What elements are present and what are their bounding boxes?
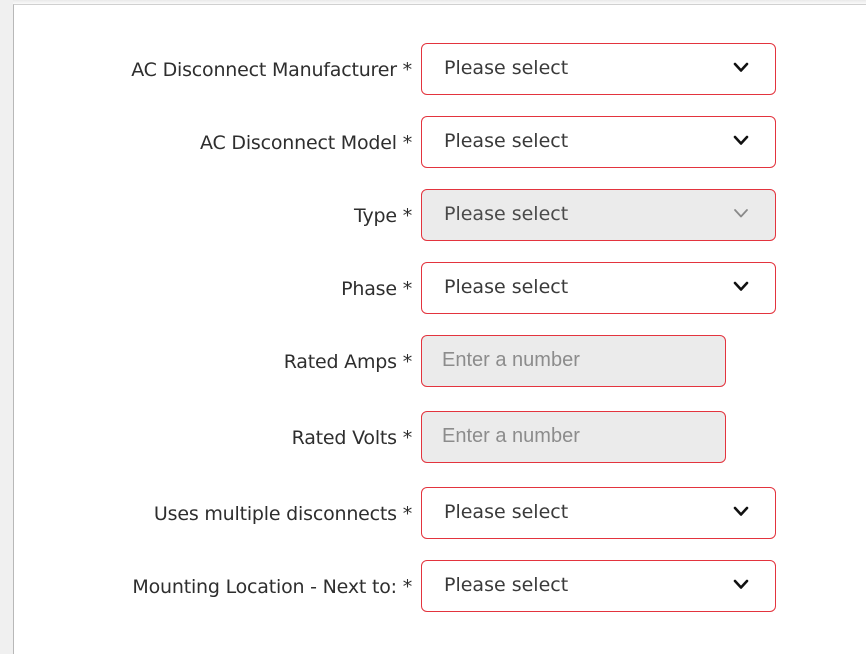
ac-disconnect-manufacturer-select[interactable]: Please select bbox=[421, 43, 776, 95]
select-value: Please select bbox=[444, 276, 569, 298]
ac-disconnect-manufacturer-label: AC Disconnect Manufacturer * bbox=[131, 59, 412, 81]
field-row-ac-disconnect-model: AC Disconnect Model * Please select bbox=[0, 116, 866, 170]
chevron-down-icon bbox=[733, 280, 749, 294]
chevron-down-icon bbox=[733, 207, 749, 221]
field-row-mounting-location: Mounting Location - Next to: * Please se… bbox=[0, 560, 866, 614]
rated-amps-label: Rated Amps * bbox=[283, 351, 412, 373]
chevron-down-icon bbox=[733, 578, 749, 592]
phase-label: Phase * bbox=[341, 278, 412, 300]
rated-volts-placeholder: Enter a number bbox=[442, 425, 580, 447]
select-value: Please select bbox=[444, 57, 569, 79]
uses-multiple-disconnects-label: Uses multiple disconnects * bbox=[153, 503, 412, 525]
chevron-down-icon bbox=[733, 505, 749, 519]
select-value: Please select bbox=[444, 203, 569, 225]
phase-select[interactable]: Please select bbox=[421, 262, 776, 314]
chevron-down-icon bbox=[733, 134, 749, 148]
rated-amps-input[interactable]: Enter a number bbox=[421, 335, 726, 387]
field-row-ac-disconnect-manufacturer: AC Disconnect Manufacturer * Please sele… bbox=[0, 43, 866, 97]
rated-volts-label: Rated Volts * bbox=[291, 427, 413, 449]
mounting-location-label: Mounting Location - Next to: * bbox=[132, 576, 412, 598]
field-row-rated-volts: Rated Volts * Enter a number bbox=[0, 411, 866, 465]
ac-disconnect-model-select[interactable]: Please select bbox=[421, 116, 776, 168]
field-row-rated-amps: Rated Amps * Enter a number bbox=[0, 335, 866, 389]
ac-disconnect-model-label: AC Disconnect Model * bbox=[200, 132, 412, 154]
field-row-type: Type * Please select bbox=[0, 189, 866, 243]
chevron-down-icon bbox=[733, 61, 749, 75]
select-value: Please select bbox=[444, 130, 569, 152]
field-row-uses-multiple-disconnects: Uses multiple disconnects * Please selec… bbox=[0, 487, 866, 541]
type-label: Type * bbox=[354, 205, 412, 227]
mounting-location-select[interactable]: Please select bbox=[421, 560, 776, 612]
rated-amps-placeholder: Enter a number bbox=[442, 349, 580, 371]
rated-volts-input[interactable]: Enter a number bbox=[421, 411, 726, 463]
select-value: Please select bbox=[444, 574, 569, 596]
uses-multiple-disconnects-select[interactable]: Please select bbox=[421, 487, 776, 539]
select-value: Please select bbox=[444, 501, 569, 523]
type-select[interactable]: Please select bbox=[421, 189, 776, 241]
form-panel bbox=[13, 4, 866, 654]
field-row-phase: Phase * Please select bbox=[0, 262, 866, 316]
